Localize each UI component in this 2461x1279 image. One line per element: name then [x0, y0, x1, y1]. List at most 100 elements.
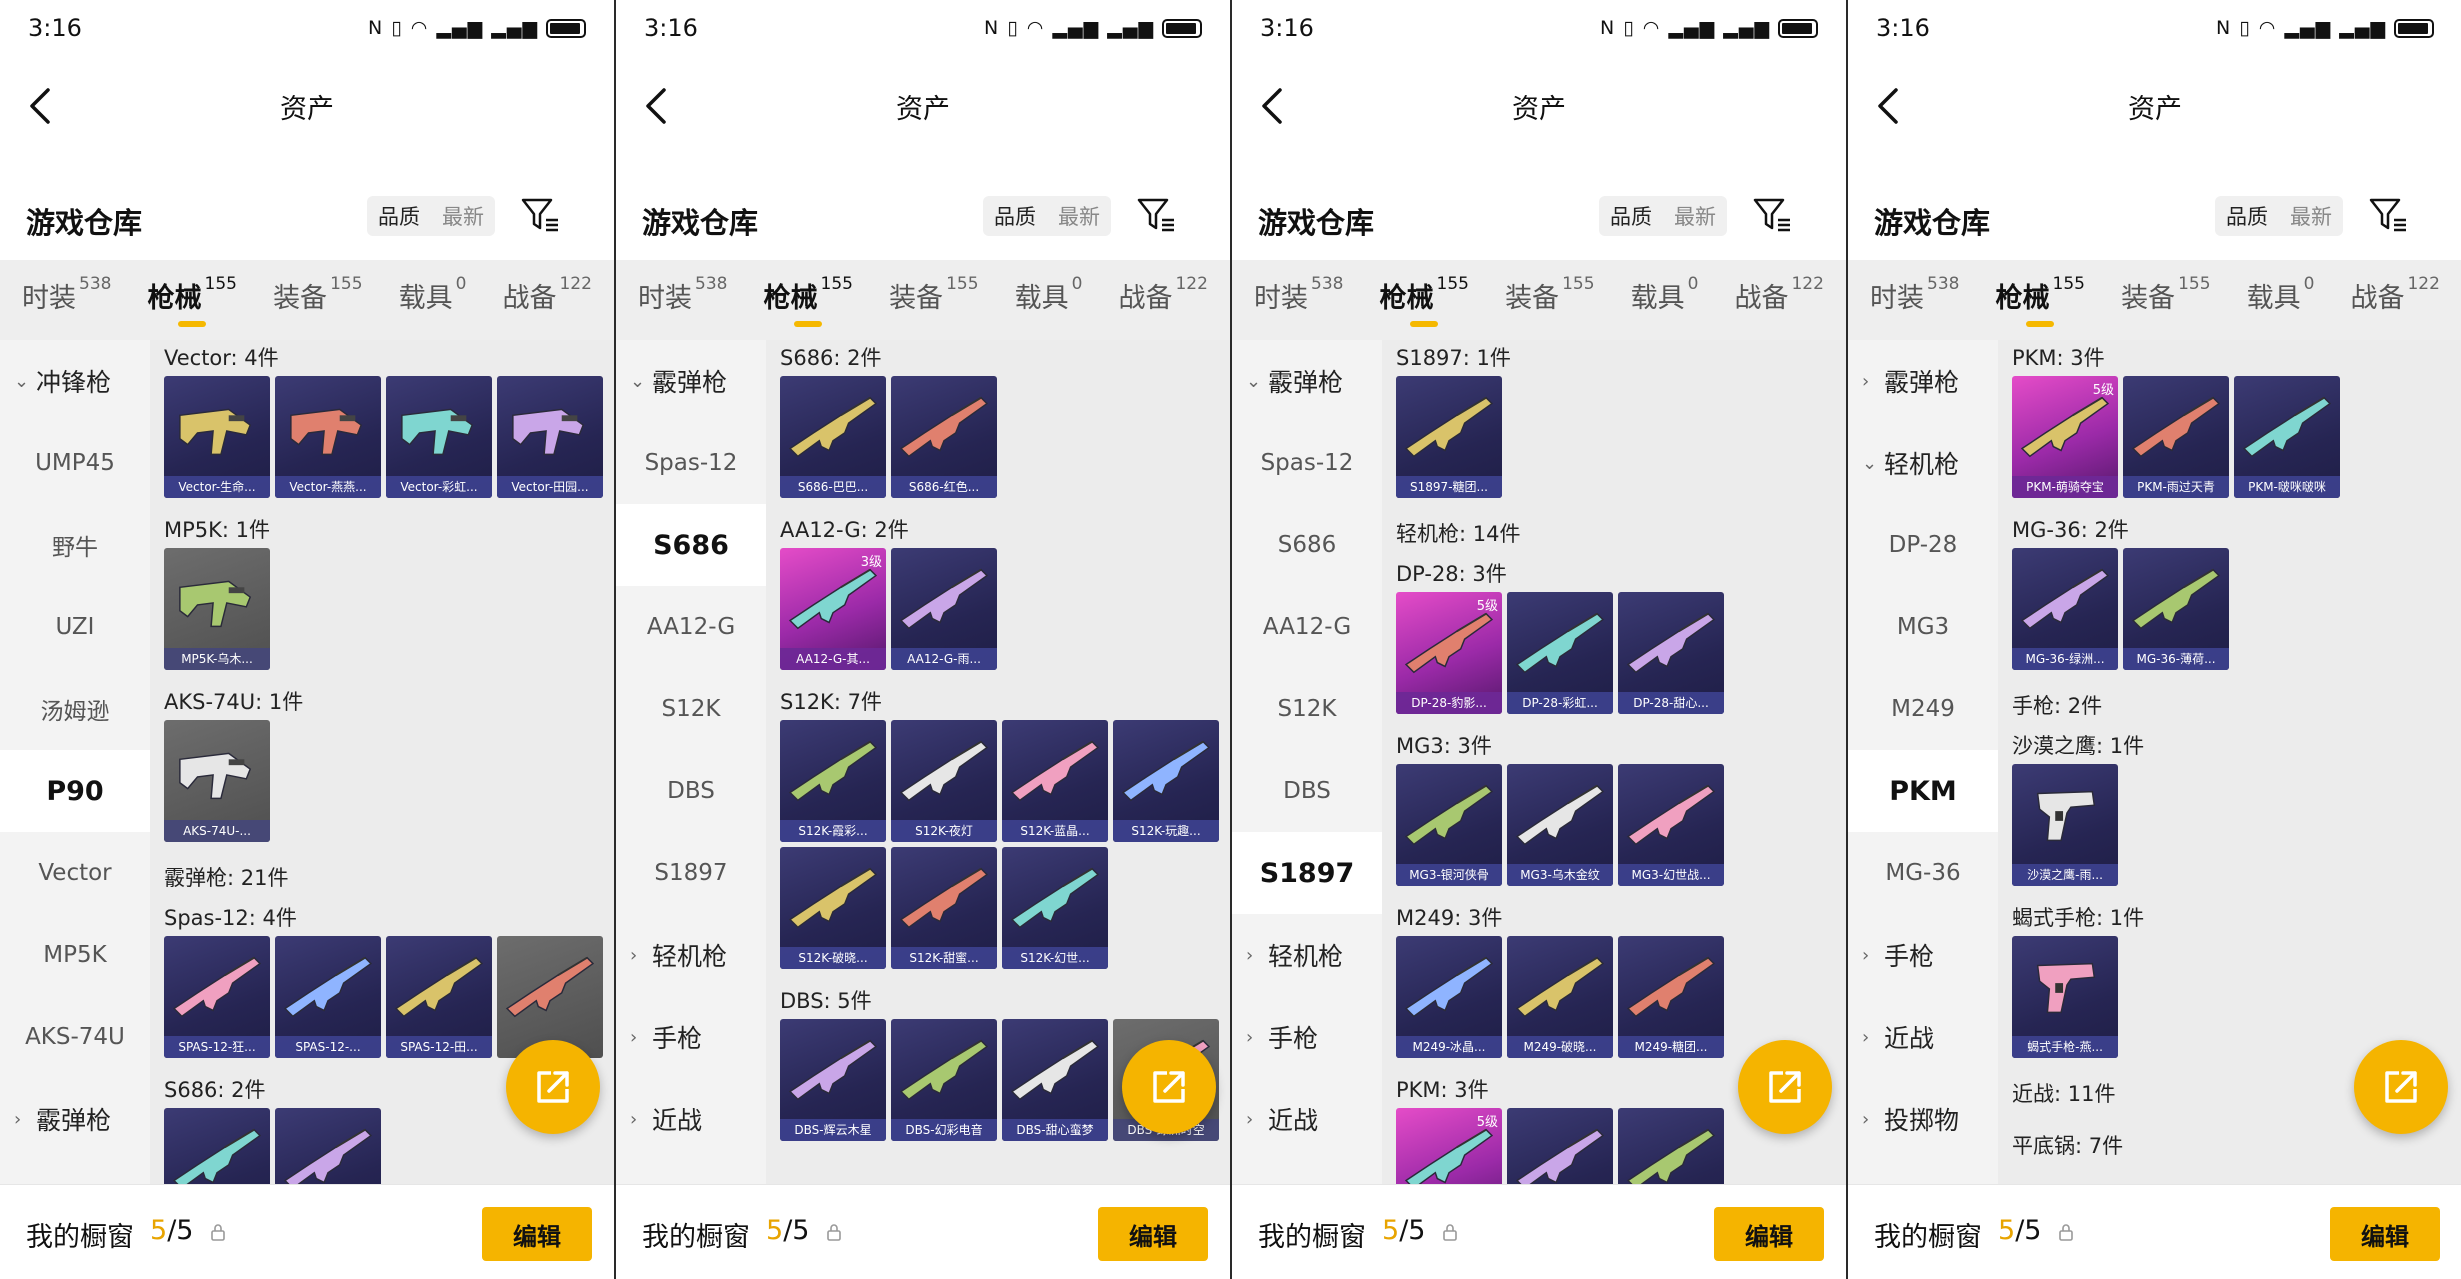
edit-button[interactable]: 编辑 — [2330, 1207, 2440, 1261]
item-card[interactable]: S12K-幻世... — [1002, 847, 1108, 969]
item-card[interactable]: S12K-夜灯 — [891, 720, 997, 842]
item-card[interactable]: M249-破晓... — [1507, 936, 1613, 1058]
sidebar-item[interactable]: AA12-G — [616, 586, 766, 668]
sidebar-item[interactable]: S12K — [1232, 668, 1382, 750]
share-button[interactable] — [2354, 1040, 2448, 1134]
sidebar-item[interactable]: PKM — [1848, 750, 1998, 832]
sidebar-group[interactable]: ⌄ 冲锋枪 — [0, 340, 150, 422]
back-arrow-icon[interactable] — [1254, 82, 1294, 130]
sidebar-group[interactable]: › 投掷物 — [1848, 1078, 1998, 1160]
sort-quality-button[interactable]: 品质 — [2226, 201, 2268, 231]
item-card[interactable]: S12K-霞彩... — [780, 720, 886, 842]
tab-3[interactable]: 载具 0 — [1015, 274, 1083, 325]
item-card[interactable]: MG3-乌木金纹 — [1507, 764, 1613, 886]
sidebar-group[interactable]: › 手枪 — [616, 996, 766, 1078]
tab-3[interactable]: 载具 0 — [2247, 274, 2315, 325]
item-card[interactable]: S12K-蓝晶... — [1002, 720, 1108, 842]
sidebar-item[interactable]: DBS — [1232, 750, 1382, 832]
item-card[interactable]: DBS-甜心蛮梦 — [1002, 1019, 1108, 1141]
sort-quality-button[interactable]: 品质 — [994, 201, 1036, 231]
tab-0[interactable]: 时装 538 — [1870, 274, 1959, 325]
tab-1[interactable]: 枪械 155 — [764, 274, 853, 327]
filter-icon[interactable] — [520, 196, 560, 234]
tab-1[interactable]: 枪械 155 — [148, 274, 237, 327]
item-card[interactable]: SPAS-12-... — [275, 936, 381, 1058]
sidebar-item[interactable]: M249 — [1848, 668, 1998, 750]
item-card[interactable]: PKM-雨过天青 — [2123, 376, 2229, 498]
sidebar-item[interactable]: DBS — [616, 750, 766, 832]
item-card[interactable]: PKM-啵咪啵咪 — [2234, 376, 2340, 498]
tab-4[interactable]: 战备 122 — [2350, 274, 2439, 325]
sidebar-group[interactable]: ⌄ 霰弹枪 — [616, 340, 766, 422]
back-arrow-icon[interactable] — [1870, 82, 1910, 130]
sidebar-group[interactable]: › 霰弹枪 — [0, 1078, 150, 1160]
sidebar-group[interactable]: › 近战 — [1848, 996, 1998, 1078]
sidebar-group[interactable]: › 轻机枪 — [1232, 914, 1382, 996]
sort-latest-button[interactable]: 最新 — [1058, 201, 1100, 231]
tab-4[interactable]: 战备 122 — [502, 274, 591, 325]
item-card[interactable]: S686-巴巴... — [780, 376, 886, 498]
sort-latest-button[interactable]: 最新 — [442, 201, 484, 231]
item-card[interactable]: Vector-彩虹... — [386, 376, 492, 498]
sidebar-item[interactable]: Vector — [0, 832, 150, 914]
item-card[interactable]: MG3-银河侠骨 — [1396, 764, 1502, 886]
item-card[interactable]: MG-36-绿洲... — [2012, 548, 2118, 670]
tab-2[interactable]: 装备 155 — [889, 274, 978, 325]
tab-1[interactable]: 枪械 155 — [1380, 274, 1469, 327]
sidebar-group[interactable]: › 霰弹枪 — [1848, 340, 1998, 422]
item-card[interactable] — [1507, 1108, 1613, 1184]
item-card[interactable]: MG-36-薄荷... — [2123, 548, 2229, 670]
sidebar-item[interactable]: S686 — [1232, 504, 1382, 586]
sidebar-item[interactable]: AA12-G — [1232, 586, 1382, 668]
tab-4[interactable]: 战备 122 — [1734, 274, 1823, 325]
tab-3[interactable]: 载具 0 — [399, 274, 467, 325]
item-card[interactable]: SPAS-12-狂... — [164, 936, 270, 1058]
sidebar-group[interactable]: › 手枪 — [1232, 996, 1382, 1078]
tab-2[interactable]: 装备 155 — [1505, 274, 1594, 325]
sidebar-group[interactable]: › 近战 — [1232, 1078, 1382, 1160]
share-button[interactable] — [1122, 1040, 1216, 1134]
sidebar-item[interactable]: MG-36 — [1848, 832, 1998, 914]
edit-button[interactable]: 编辑 — [1714, 1207, 1824, 1261]
item-card[interactable]: MG3-幻世战... — [1618, 764, 1724, 886]
item-card[interactable]: Vector-田园... — [497, 376, 603, 498]
item-card[interactable]: 5级 — [1396, 1108, 1502, 1184]
item-card[interactable] — [1618, 1108, 1724, 1184]
sidebar-item[interactable]: UZI — [0, 586, 150, 668]
back-arrow-icon[interactable] — [638, 82, 678, 130]
sidebar-item[interactable]: Spas-12 — [616, 422, 766, 504]
item-card[interactable]: DP-28-甜心... — [1618, 592, 1724, 714]
sidebar-item[interactable]: S12K — [616, 668, 766, 750]
item-card[interactable]: 5级 DP-28-豹影... — [1396, 592, 1502, 714]
item-card[interactable]: AA12-G-雨... — [891, 548, 997, 670]
sidebar-item[interactable]: Spas-12 — [1232, 422, 1382, 504]
sidebar-item[interactable]: S1897 — [616, 832, 766, 914]
filter-icon[interactable] — [1752, 196, 1792, 234]
item-card[interactable]: M249-冰晶... — [1396, 936, 1502, 1058]
item-card[interactable] — [275, 1108, 381, 1184]
filter-icon[interactable] — [1136, 196, 1176, 234]
item-card[interactable]: M249-糖团... — [1618, 936, 1724, 1058]
tab-0[interactable]: 时装 538 — [22, 274, 111, 325]
sidebar-group[interactable]: › 轻机枪 — [616, 914, 766, 996]
sidebar-item[interactable]: MG3 — [1848, 586, 1998, 668]
sort-quality-button[interactable]: 品质 — [378, 201, 420, 231]
item-card[interactable]: DP-28-彩虹... — [1507, 592, 1613, 714]
sidebar-item[interactable]: 汤姆逊 — [0, 668, 150, 750]
share-button[interactable] — [1738, 1040, 1832, 1134]
item-card[interactable] — [164, 1108, 270, 1184]
item-card[interactable]: S1897-糖团... — [1396, 376, 1502, 498]
item-card[interactable]: SPAS-12-田... — [386, 936, 492, 1058]
edit-button[interactable]: 编辑 — [1098, 1207, 1208, 1261]
tab-0[interactable]: 时装 538 — [1254, 274, 1343, 325]
item-card[interactable]: S686-红色... — [891, 376, 997, 498]
sidebar-item[interactable]: P90 — [0, 750, 150, 832]
tab-0[interactable]: 时装 538 — [638, 274, 727, 325]
item-card[interactable]: S12K-甜蜜... — [891, 847, 997, 969]
sidebar-item[interactable]: S1897 — [1232, 832, 1382, 914]
sidebar-item[interactable]: DP-28 — [1848, 504, 1998, 586]
sidebar-item[interactable]: AKS-74U — [0, 996, 150, 1078]
sidebar-item[interactable]: S686 — [616, 504, 766, 586]
back-arrow-icon[interactable] — [22, 82, 62, 130]
item-card[interactable]: S12K-玩趣... — [1113, 720, 1219, 842]
